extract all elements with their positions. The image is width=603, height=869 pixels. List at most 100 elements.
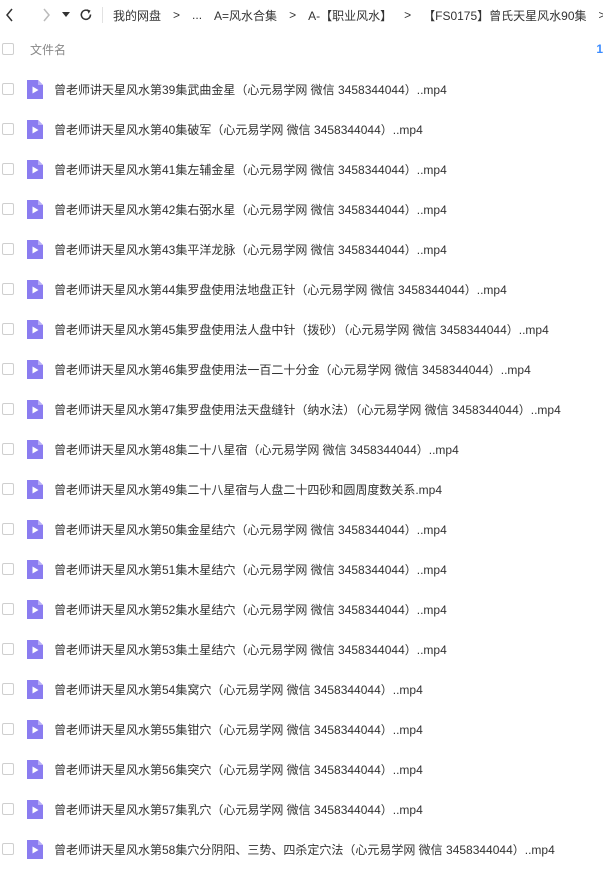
video-file-icon — [27, 280, 43, 299]
file-row[interactable]: 曾老师讲天星风水第56集突穴（心元易学网 微信 3458344044）..mp4 — [0, 749, 603, 789]
select-all-checkbox[interactable] — [2, 43, 14, 55]
file-row-checkbox[interactable] — [2, 843, 14, 855]
file-row-checkbox[interactable] — [2, 483, 14, 495]
file-name[interactable]: 曾老师讲天星风水第43集平洋龙脉（心元易学网 微信 3458344044）..m… — [54, 241, 447, 258]
video-file-icon — [27, 360, 43, 379]
file-name[interactable]: 曾老师讲天星风水第39集武曲金星（心元易学网 微信 3458344044）..m… — [54, 81, 447, 98]
file-row[interactable]: 曾老师讲天星风水第48集二十八星宿（心元易学网 微信 3458344044）..… — [0, 429, 603, 469]
file-row[interactable]: 曾老师讲天星风水第58集穴分阴阳、三势、四杀定穴法（心元易学网 微信 34583… — [0, 829, 603, 869]
breadcrumb-ellipsis[interactable]: ... — [192, 8, 202, 22]
file-name[interactable]: 曾老师讲天星风水第44集罗盘使用法地盘正针（心元易学网 微信 345834404… — [54, 281, 507, 298]
file-list-header: 文件名 1 — [0, 30, 603, 68]
file-row[interactable]: 曾老师讲天星风水第46集罗盘使用法一百二十分金（心元易学网 微信 3458344… — [0, 349, 603, 389]
file-row-checkbox[interactable] — [2, 163, 14, 175]
file-name[interactable]: 曾老师讲天星风水第45集罗盘使用法人盘中针（拨砂）（心元易学网 微信 34583… — [54, 321, 549, 338]
file-list: 曾老师讲天星风水第39集武曲金星（心元易学网 微信 3458344044）..m… — [0, 69, 603, 869]
file-name[interactable]: 曾老师讲天星风水第50集金星结穴（心元易学网 微信 3458344044）..m… — [54, 521, 447, 538]
video-file-icon — [27, 440, 43, 459]
file-name[interactable]: 曾老师讲天星风水第55集钳穴（心元易学网 微信 3458344044）..mp4 — [54, 721, 423, 738]
file-name[interactable]: 曾老师讲天星风水第57集乳穴（心元易学网 微信 3458344044）..mp4 — [54, 801, 423, 818]
video-file-icon — [27, 200, 43, 219]
video-file-icon — [27, 760, 43, 779]
file-row-checkbox[interactable] — [2, 283, 14, 295]
video-file-icon — [27, 600, 43, 619]
file-name[interactable]: 曾老师讲天星风水第54集窝穴（心元易学网 微信 3458344044）..mp4 — [54, 681, 423, 698]
file-row[interactable]: 曾老师讲天星风水第40集破军（心元易学网 微信 3458344044）..mp4 — [0, 109, 603, 149]
file-name[interactable]: 曾老师讲天星风水第56集突穴（心元易学网 微信 3458344044）..mp4 — [54, 761, 423, 778]
file-name[interactable]: 曾老师讲天星风水第51集木星结穴（心元易学网 微信 3458344044）..m… — [54, 561, 447, 578]
file-row[interactable]: 曾老师讲天星风水第57集乳穴（心元易学网 微信 3458344044）..mp4 — [0, 789, 603, 829]
breadcrumb-root[interactable]: 我的网盘 — [113, 7, 161, 24]
file-name[interactable]: 曾老师讲天星风水第53集土星结穴（心元易学网 微信 3458344044）..m… — [54, 641, 447, 658]
file-row[interactable]: 曾老师讲天星风水第42集右弼水星（心元易学网 微信 3458344044）..m… — [0, 189, 603, 229]
file-row-checkbox[interactable] — [2, 363, 14, 375]
file-row[interactable]: 曾老师讲天星风水第50集金星结穴（心元易学网 微信 3458344044）..m… — [0, 509, 603, 549]
file-row[interactable]: 曾老师讲天星风水第53集土星结穴（心元易学网 微信 3458344044）..m… — [0, 629, 603, 669]
file-row[interactable]: 曾老师讲天星风水第52集水星结穴（心元易学网 微信 3458344044）..m… — [0, 589, 603, 629]
video-file-icon — [27, 720, 43, 739]
history-dropdown-button[interactable] — [60, 0, 72, 30]
column-header-filename[interactable]: 文件名 — [30, 41, 66, 58]
file-row-checkbox[interactable] — [2, 523, 14, 535]
breadcrumb-separator: > — [289, 8, 296, 22]
breadcrumb-feng-shui-collection[interactable]: A=风水合集 — [214, 7, 277, 24]
video-file-icon — [27, 240, 43, 259]
file-row-checkbox[interactable] — [2, 243, 14, 255]
file-row[interactable]: 曾老师讲天星风水第47集罗盘使用法天盘缝针（纳水法）（心元易学网 微信 3458… — [0, 389, 603, 429]
file-row-checkbox[interactable] — [2, 643, 14, 655]
file-name[interactable]: 曾老师讲天星风水第40集破军（心元易学网 微信 3458344044）..mp4 — [54, 121, 423, 138]
file-row[interactable]: 曾老师讲天星风水第54集窝穴（心元易学网 微信 3458344044）..mp4 — [0, 669, 603, 709]
file-name[interactable]: 曾老师讲天星风水第46集罗盘使用法一百二十分金（心元易学网 微信 3458344… — [54, 361, 531, 378]
file-row-checkbox[interactable] — [2, 203, 14, 215]
file-row-checkbox[interactable] — [2, 403, 14, 415]
chevron-right-icon — [41, 8, 51, 22]
video-file-icon — [27, 640, 43, 659]
toolbar-divider — [102, 7, 103, 23]
file-name[interactable]: 曾老师讲天星风水第49集二十八星宿与人盘二十四砂和圆周度数关系.mp4 — [54, 481, 442, 498]
file-name[interactable]: 曾老师讲天星风水第47集罗盘使用法天盘缝针（纳水法）（心元易学网 微信 3458… — [54, 401, 561, 418]
file-name[interactable]: 曾老师讲天星风水第48集二十八星宿（心元易学网 微信 3458344044）..… — [54, 441, 459, 458]
back-button[interactable] — [0, 0, 20, 30]
file-row[interactable]: 曾老师讲天星风水第55集钳穴（心元易学网 微信 3458344044）..mp4 — [0, 709, 603, 749]
file-row-checkbox[interactable] — [2, 443, 14, 455]
video-file-icon — [27, 320, 43, 339]
file-row-checkbox[interactable] — [2, 723, 14, 735]
file-name[interactable]: 曾老师讲天星风水第41集左辅金星（心元易学网 微信 3458344044）..m… — [54, 161, 447, 178]
file-row-checkbox[interactable] — [2, 803, 14, 815]
video-file-icon — [27, 80, 43, 99]
breadcrumb-current-folder[interactable]: 【FS0175】曾氏天星风水90集 — [423, 7, 586, 24]
file-row[interactable]: 曾老师讲天星风水第51集木星结穴（心元易学网 微信 3458344044）..m… — [0, 549, 603, 589]
file-row-checkbox[interactable] — [2, 323, 14, 335]
file-row[interactable]: 曾老师讲天星风水第45集罗盘使用法人盘中针（拨砂）（心元易学网 微信 34583… — [0, 309, 603, 349]
file-row[interactable]: 曾老师讲天星风水第39集武曲金星（心元易学网 微信 3458344044）..m… — [0, 69, 603, 109]
refresh-icon — [79, 8, 93, 22]
file-row-checkbox[interactable] — [2, 563, 14, 575]
caret-down-icon — [62, 12, 70, 18]
breadcrumb-professional-feng-shui[interactable]: A-【职业风水】 — [308, 7, 392, 24]
file-row[interactable]: 曾老师讲天星风水第44集罗盘使用法地盘正针（心元易学网 微信 345834404… — [0, 269, 603, 309]
breadcrumb-separator: > — [173, 8, 180, 22]
file-row-checkbox[interactable] — [2, 763, 14, 775]
video-file-icon — [27, 520, 43, 539]
chevron-left-icon — [5, 8, 15, 22]
video-file-icon — [27, 800, 43, 819]
video-file-icon — [27, 680, 43, 699]
item-count-fragment: 1 — [596, 42, 603, 56]
file-row[interactable]: 曾老师讲天星风水第49集二十八星宿与人盘二十四砂和圆周度数关系.mp4 — [0, 469, 603, 509]
file-name[interactable]: 曾老师讲天星风水第52集水星结穴（心元易学网 微信 3458344044）..m… — [54, 601, 447, 618]
file-row-checkbox[interactable] — [2, 683, 14, 695]
toolbar: 我的网盘 > ... A=风水合集 > A-【职业风水】 > 【FS0175】曾… — [0, 0, 603, 30]
file-row-checkbox[interactable] — [2, 603, 14, 615]
file-row[interactable]: 曾老师讲天星风水第43集平洋龙脉（心元易学网 微信 3458344044）..m… — [0, 229, 603, 269]
file-name[interactable]: 曾老师讲天星风水第42集右弼水星（心元易学网 微信 3458344044）..m… — [54, 201, 447, 218]
breadcrumb-separator: > — [599, 8, 603, 22]
video-file-icon — [27, 480, 43, 499]
refresh-button[interactable] — [76, 0, 96, 30]
file-row-checkbox[interactable] — [2, 123, 14, 135]
video-file-icon — [27, 840, 43, 859]
forward-button[interactable] — [36, 0, 56, 30]
file-name[interactable]: 曾老师讲天星风水第58集穴分阴阳、三势、四杀定穴法（心元易学网 微信 34583… — [54, 841, 555, 858]
video-file-icon — [27, 400, 43, 419]
file-row[interactable]: 曾老师讲天星风水第41集左辅金星（心元易学网 微信 3458344044）..m… — [0, 149, 603, 189]
file-row-checkbox[interactable] — [2, 83, 14, 95]
